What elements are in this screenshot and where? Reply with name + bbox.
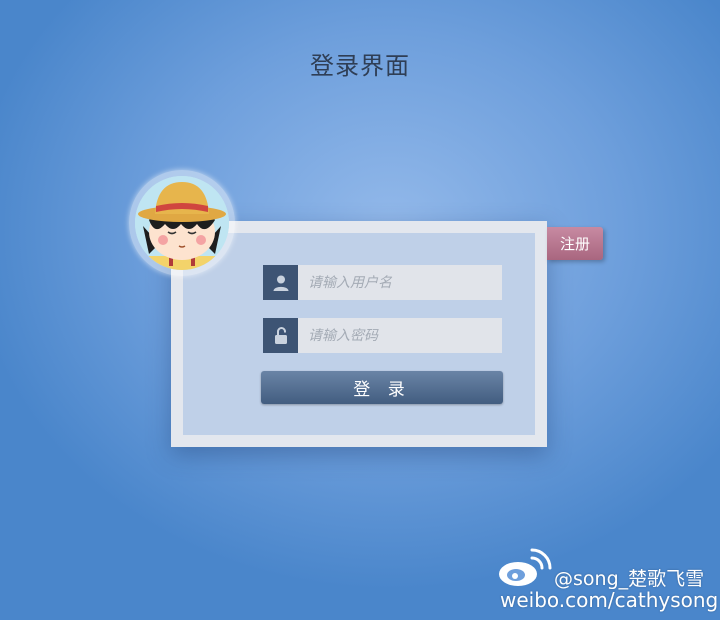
weibo-url: weibo.com/cathysong <box>500 588 719 612</box>
avatar <box>129 170 235 276</box>
weibo-handle: @song_楚歌飞雪 <box>554 568 705 590</box>
watermark: @song_楚歌飞雪 weibo.com/cathysong <box>498 546 718 616</box>
weibo-logo-icon <box>499 548 552 586</box>
login-button[interactable]: 登 录 <box>261 371 503 404</box>
user-icon <box>263 265 298 300</box>
register-button[interactable]: 注册 <box>547 227 603 260</box>
page-title: 登录界面 <box>310 52 410 80</box>
username-field <box>263 265 502 300</box>
username-input[interactable] <box>298 265 502 300</box>
cartoon-girl-avatar-icon <box>135 176 229 270</box>
login-card: 登 录 <box>171 221 547 447</box>
unlock-icon <box>263 318 298 353</box>
login-form: 登 录 <box>183 233 535 435</box>
password-input[interactable] <box>298 318 502 353</box>
password-field <box>263 318 502 353</box>
